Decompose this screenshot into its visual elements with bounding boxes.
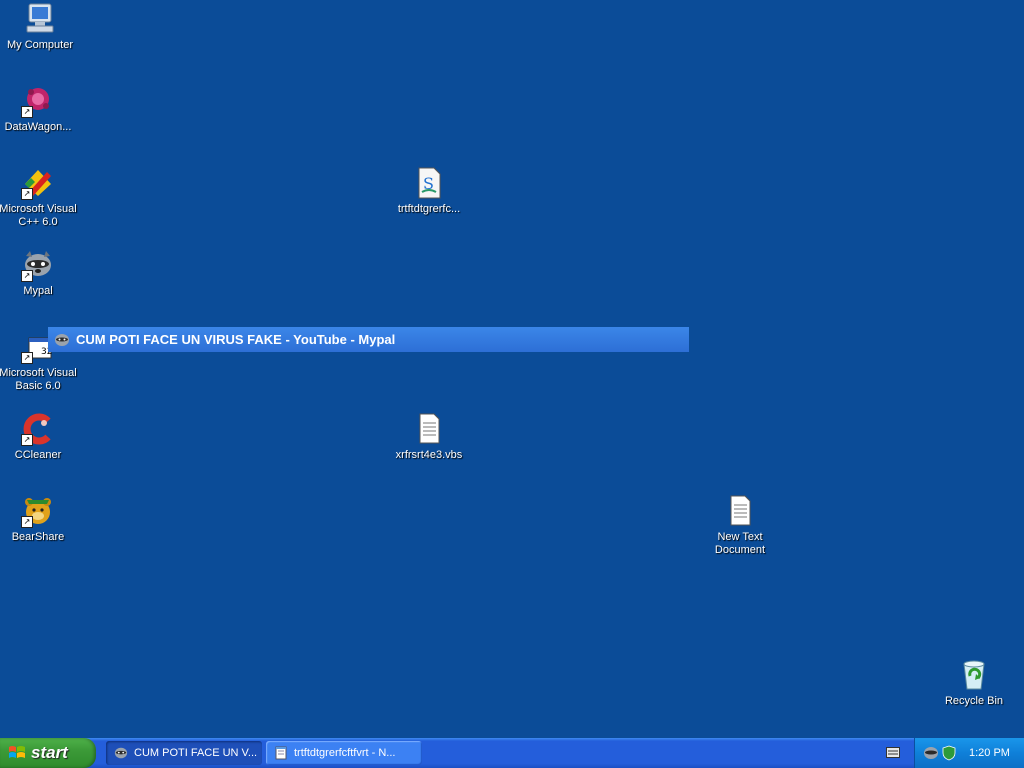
desktop-icon-label: Mypal: [23, 285, 53, 297]
desktop-icon-mypal[interactable]: ↗ Mypal: [0, 248, 78, 298]
shortcut-arrow-icon: ↗: [21, 270, 33, 282]
shortcut-arrow-icon: ↗: [21, 106, 33, 118]
bear-icon: ↗: [21, 494, 55, 528]
desktop: My Computer ↗ DataWagon... ↗ Microsoft V…: [0, 0, 1024, 738]
tray-raccoon-icon[interactable]: [923, 745, 939, 761]
raccoon-icon: [114, 747, 128, 759]
security-shield-icon[interactable]: [941, 745, 957, 761]
windows-logo-icon: [9, 746, 25, 758]
start-label: start: [31, 743, 68, 762]
text-file-icon: [412, 412, 446, 446]
datawagon-icon: ↗: [21, 84, 55, 118]
desktop-icon-bearshare[interactable]: ↗ BearShare: [0, 494, 78, 544]
dragged-window-titlebar[interactable]: CUM POTI FACE UN VIRUS FAKE - YouTube - …: [48, 327, 689, 352]
desktop-icon-label: Recycle Bin: [944, 695, 1004, 707]
raccoon-icon: ↗: [21, 248, 55, 282]
taskbar-button-notepad[interactable]: trtftdtgrerfcftfvrt - N...: [266, 741, 422, 765]
notepad-icon: [275, 746, 287, 760]
taskbar: start CUM POTI FACE UN V... trtftdtgrerf…: [0, 738, 1024, 768]
desktop-icon-datawagon[interactable]: ↗ DataWagon...: [0, 84, 78, 134]
desktop-icon-label: My Computer: [6, 39, 74, 51]
desktop-icon-recycle-bin[interactable]: Recycle Bin: [934, 658, 1014, 708]
taskbar-button-label: trtftdtgrerfcftfvrt - N...: [294, 747, 396, 759]
desktop-icon-label: Microsoft Visual C++ 6.0: [0, 203, 77, 228]
shortcut-arrow-icon: ↗: [21, 352, 33, 364]
computer-icon: [23, 2, 57, 36]
desktop-icon-ccleaner[interactable]: ↗ CCleaner: [0, 412, 78, 462]
system-tray: 1:20 PM: [914, 738, 1024, 768]
desktop-icon-label: DataWagon...: [4, 121, 72, 133]
text-file-icon: [723, 494, 757, 528]
desktop-icon-label: CCleaner: [14, 449, 62, 461]
shortcut-arrow-icon: ↗: [21, 434, 33, 446]
script-file-icon: S: [412, 166, 446, 200]
taskbar-button-mypal[interactable]: CUM POTI FACE UN V...: [106, 741, 262, 765]
taskbar-button-label: CUM POTI FACE UN V...: [134, 747, 258, 759]
desktop-icon-label: trtftdtgrerfc...: [397, 203, 461, 215]
window-title: CUM POTI FACE UN VIRUS FAKE - YouTube - …: [76, 332, 396, 347]
desktop-icon-script-file[interactable]: S trtftdtgrerfc...: [389, 166, 469, 216]
visual-cpp-icon: ↗: [21, 166, 55, 200]
desktop-icon-label: BearShare: [11, 531, 65, 543]
recycle-bin-icon: [957, 658, 991, 692]
desktop-icon-visual-cpp[interactable]: ↗ Microsoft Visual C++ 6.0: [0, 166, 78, 229]
desktop-icon-vbs-file[interactable]: xrfrsrt4e3.vbs: [389, 412, 469, 462]
shortcut-arrow-icon: ↗: [21, 188, 33, 200]
desktop-icon-new-text-document[interactable]: New Text Document: [700, 494, 780, 557]
keyboard-icon[interactable]: [886, 747, 900, 758]
clock[interactable]: 1:20 PM: [969, 747, 1010, 759]
desktop-icon-label: Microsoft Visual Basic 6.0: [0, 367, 77, 392]
raccoon-icon: [55, 333, 69, 346]
desktop-icon-label: New Text Document: [714, 531, 766, 556]
shortcut-arrow-icon: ↗: [21, 516, 33, 528]
start-button[interactable]: start: [0, 738, 96, 768]
desktop-icon-label: xrfrsrt4e3.vbs: [395, 449, 463, 461]
desktop-icon-my-computer[interactable]: My Computer: [0, 2, 80, 52]
ccleaner-icon: ↗: [21, 412, 55, 446]
